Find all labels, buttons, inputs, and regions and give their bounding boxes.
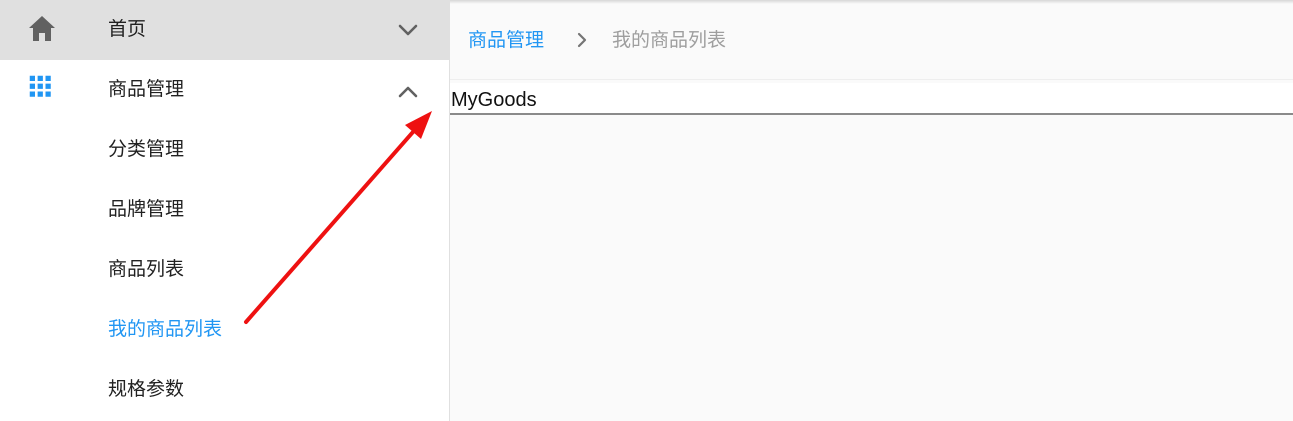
sidebar-item-label: 规格参数 — [108, 378, 185, 400]
sidebar-item-label: 分类管理 — [108, 138, 185, 160]
main-content: 商品管理 我的商品列表 MyGoods — [450, 0, 1293, 421]
toolbar-shadow — [450, 0, 1293, 4]
sidebar-item-my-product-list[interactable]: 我的商品列表 — [0, 300, 449, 360]
sidebar-item-label: 首页 — [108, 18, 147, 40]
breadcrumb: 商品管理 我的商品列表 — [450, 0, 1293, 80]
content-card: MyGoods — [450, 83, 1293, 115]
sidebar-item-product-list[interactable]: 商品列表 — [0, 240, 449, 300]
sidebar-item-label: 品牌管理 — [108, 198, 185, 220]
sidebar-item-product-management[interactable]: 商品管理 — [0, 60, 449, 120]
sidebar-item-category-management[interactable]: 分类管理 — [0, 120, 449, 180]
sidebar-item-label: 商品管理 — [108, 78, 185, 100]
page-content-text: MyGoods — [451, 89, 537, 111]
sidebar-item-spec-params[interactable]: 规格参数 — [0, 360, 449, 420]
chevron-down-icon[interactable] — [396, 18, 420, 42]
sidebar: 首页 商品管理 分类管理 品牌管理 商品列表 我的商品列表 规格参数 — [0, 0, 450, 421]
breadcrumb-current: 我的商品列表 — [612, 29, 727, 51]
grid-apps-icon — [29, 75, 51, 97]
sidebar-item-home[interactable]: 首页 — [0, 0, 449, 60]
sidebar-item-label: 商品列表 — [108, 258, 185, 280]
sidebar-item-label: 我的商品列表 — [108, 318, 223, 340]
chevron-right-icon — [577, 32, 587, 48]
sidebar-item-brand-management[interactable]: 品牌管理 — [0, 180, 449, 240]
home-icon — [29, 16, 55, 41]
chevron-up-icon[interactable] — [396, 80, 420, 104]
breadcrumb-parent-link[interactable]: 商品管理 — [468, 27, 544, 53]
